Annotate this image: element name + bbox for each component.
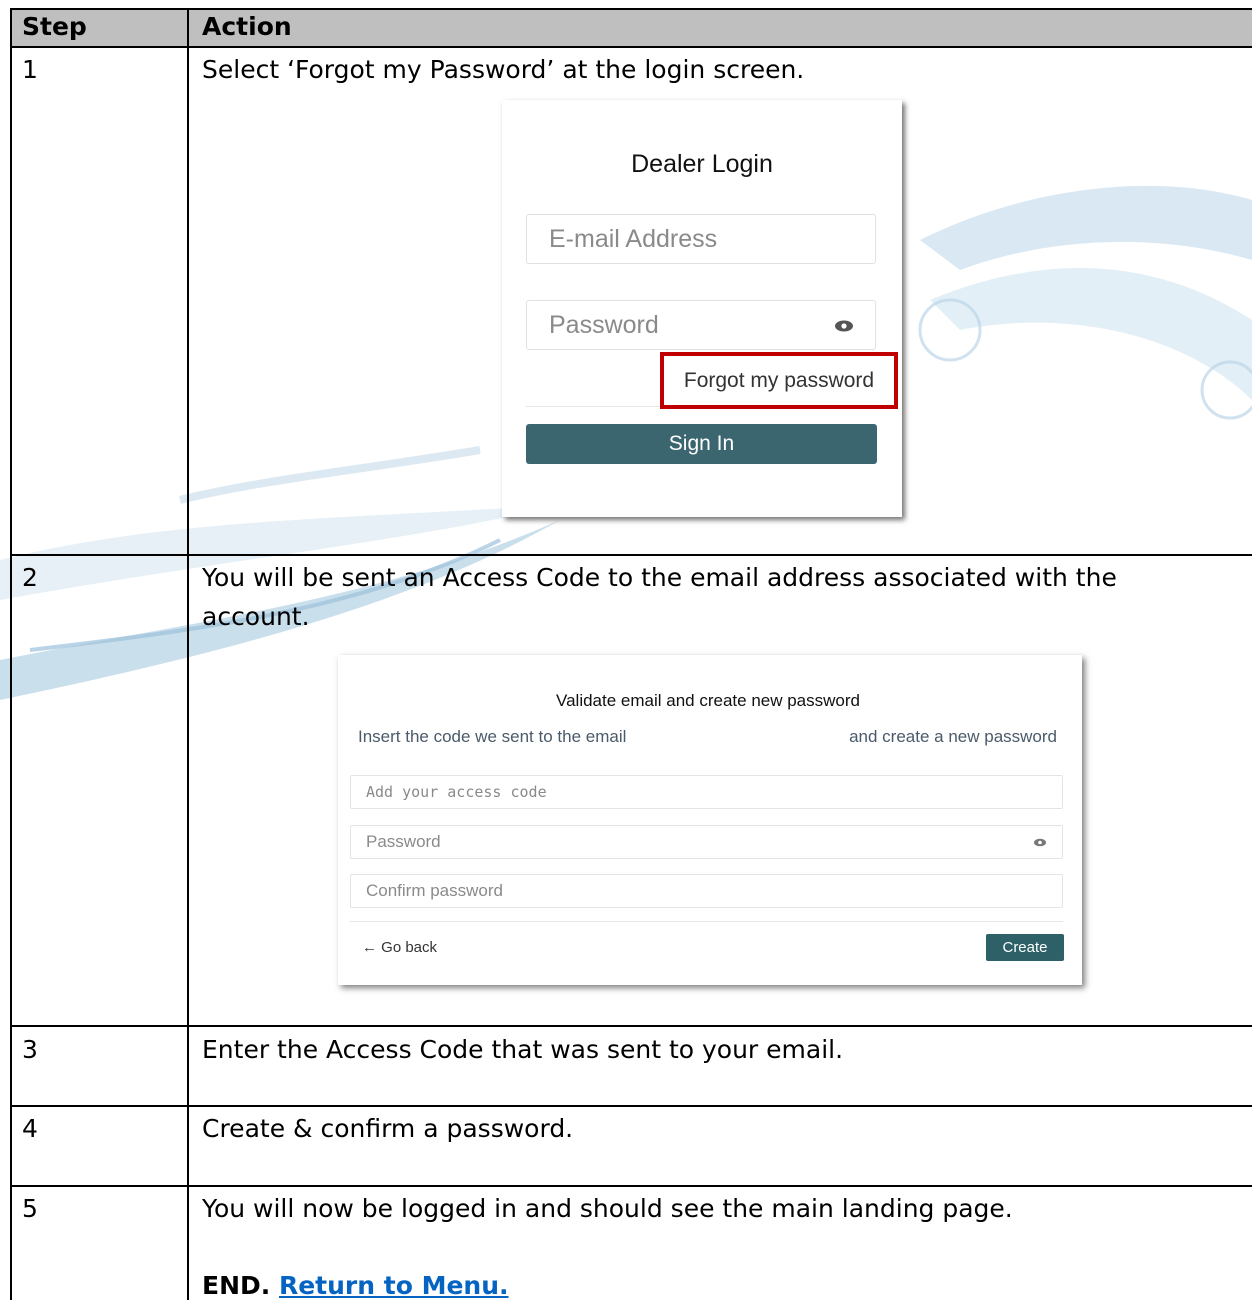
- step-number: 2: [22, 563, 38, 592]
- password-field[interactable]: Password: [526, 300, 876, 350]
- end-label: END.: [202, 1271, 271, 1300]
- forgot-password-link[interactable]: Forgot my password: [660, 352, 898, 409]
- reset-password-screenshot: Validate email and create new password I…: [338, 655, 1082, 985]
- code-hint: Insert the code we sent to the email: [358, 727, 627, 746]
- email-field[interactable]: E-mail Address: [526, 214, 876, 264]
- header-row: [10, 10, 1252, 46]
- access-code-input[interactable]: Add your access code: [350, 775, 1063, 809]
- row-divider: [10, 46, 1252, 48]
- confirm-password-placeholder: Confirm password: [366, 881, 503, 900]
- step-number: 4: [22, 1114, 38, 1143]
- step-instruction: You will now be logged in and should see…: [202, 1194, 1013, 1223]
- step-instruction: Enter the Access Code that was sent to y…: [202, 1035, 844, 1064]
- row-divider: [10, 1105, 1252, 1107]
- email-placeholder: E-mail Address: [549, 225, 718, 253]
- step-number: 1: [22, 55, 38, 84]
- access-code-placeholder: Add your access code: [366, 783, 547, 801]
- table-border-top: [10, 8, 1252, 10]
- new-password-input[interactable]: Password: [350, 825, 1063, 859]
- header-step: Step: [22, 12, 87, 41]
- eye-icon[interactable]: [1033, 838, 1047, 847]
- login-screenshot: Dealer Login E-mail Address Password For…: [502, 100, 902, 517]
- step-instruction: You will be sent an Access Code to the e…: [202, 563, 1117, 631]
- step-number: 3: [22, 1035, 38, 1064]
- header-action: Action: [202, 12, 292, 41]
- row-divider: [10, 1185, 1252, 1187]
- step-instruction: Create & confirm a password.: [202, 1114, 574, 1143]
- new-password-placeholder: Password: [366, 832, 441, 851]
- return-to-menu-link[interactable]: Return to Menu.: [279, 1271, 509, 1300]
- row-divider: [10, 554, 1252, 556]
- step-number: 5: [22, 1194, 38, 1223]
- sign-in-button[interactable]: Sign In: [526, 424, 877, 464]
- row-divider: [10, 1025, 1252, 1027]
- reset-title: Validate email and create new password: [556, 691, 860, 710]
- password-hint: and create a new password: [849, 727, 1057, 746]
- step-instruction: Select ‘Forgot my Password’ at the login…: [202, 55, 805, 84]
- login-title: Dealer Login: [631, 150, 773, 178]
- end-line: END. Return to Menu.: [202, 1266, 509, 1305]
- eye-icon[interactable]: [833, 319, 855, 333]
- divider: [350, 921, 1063, 922]
- confirm-password-input[interactable]: Confirm password: [350, 874, 1063, 908]
- password-placeholder: Password: [549, 311, 659, 339]
- go-back-link[interactable]: ← Go back: [362, 939, 437, 956]
- create-button[interactable]: Create: [986, 934, 1064, 961]
